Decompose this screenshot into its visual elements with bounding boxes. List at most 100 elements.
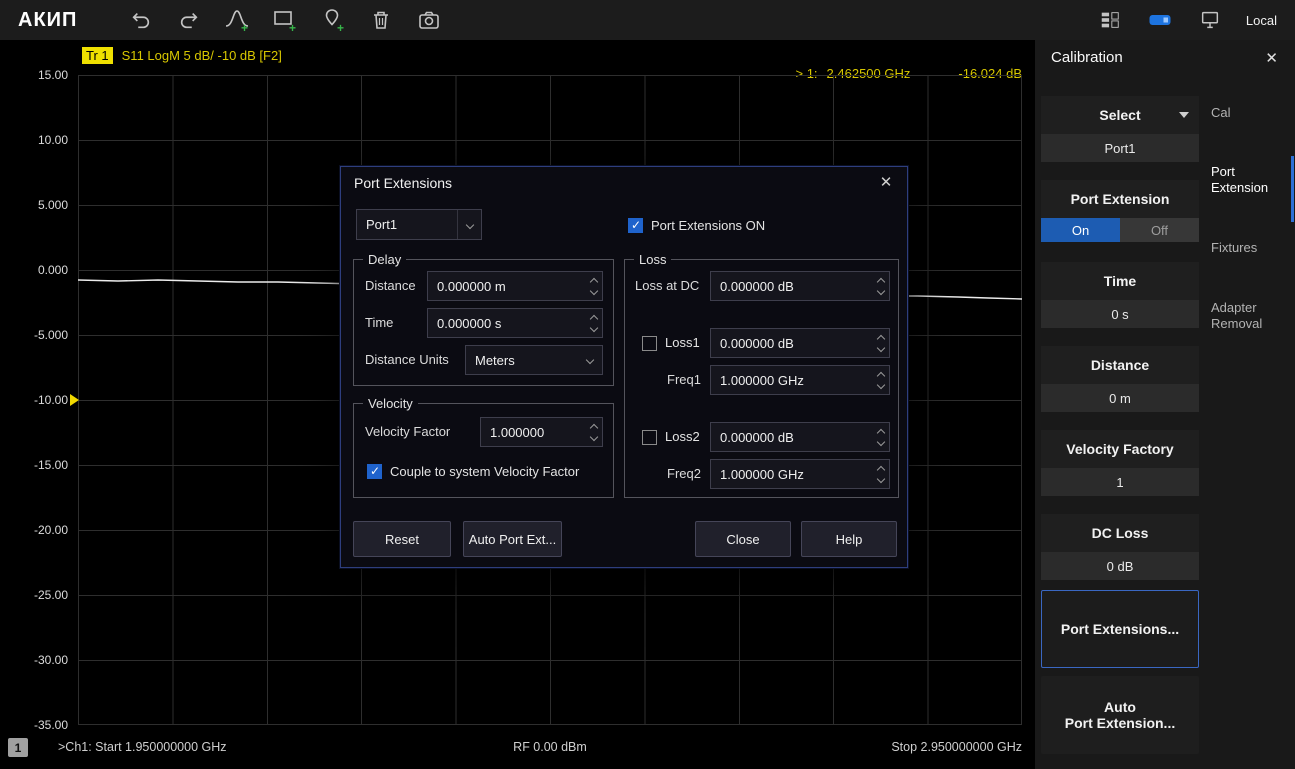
active-tab-indicator <box>1291 156 1294 222</box>
redo-icon[interactable] <box>175 6 203 34</box>
peak-search-add-icon[interactable]: + <box>223 6 251 34</box>
delete-icon[interactable] <box>367 6 395 34</box>
local-mode-label[interactable]: Local <box>1246 13 1277 28</box>
display-layout-icon[interactable] <box>1096 6 1124 34</box>
dc-loss-card[interactable]: DC Loss 0 dB <box>1041 514 1199 580</box>
spinner-arrows-icon[interactable] <box>872 329 889 357</box>
tab-cal[interactable]: Cal <box>1211 105 1291 121</box>
y-axis-label: -25.00 <box>0 587 68 603</box>
freq1-label: Freq1 <box>667 365 701 395</box>
auto-port-ext-button[interactable]: Auto Port Ext... <box>463 521 562 557</box>
loss1-checkbox[interactable] <box>642 336 657 351</box>
toolbar: АКИП + + + <box>0 0 1295 40</box>
spinner-arrows-icon[interactable] <box>872 272 889 300</box>
toolbar-icons: + + + <box>127 6 443 34</box>
reset-button[interactable]: Reset <box>353 521 451 557</box>
port-select-card[interactable]: Select Port1 <box>1041 96 1199 162</box>
velocity-factory-title: Velocity Factory <box>1041 430 1199 468</box>
channel-badge[interactable]: 1 <box>8 738 28 757</box>
spinner-arrows-icon[interactable] <box>872 460 889 488</box>
dialog-port-select[interactable]: Port1 <box>356 209 482 240</box>
usb-device-icon[interactable] <box>1146 6 1174 34</box>
auto-port-extension-button[interactable]: Auto Port Extension... <box>1041 676 1199 754</box>
distance-value: 0.000000 m <box>428 279 585 294</box>
couple-velocity-label: Couple to system Velocity Factor <box>390 457 579 487</box>
panel-title: Calibration <box>1051 49 1123 66</box>
auto-port-extension-line1: Auto <box>1104 699 1136 715</box>
port-extensions-on-checkbox[interactable] <box>628 218 643 233</box>
distance-label: Distance <box>365 271 416 301</box>
velocity-group-title: Velocity <box>363 396 418 411</box>
velocity-factory-card[interactable]: Velocity Factory 1 <box>1041 430 1199 496</box>
freq2-input[interactable]: 1.000000 GHz <box>710 459 890 489</box>
spinner-arrows-icon[interactable] <box>585 272 602 300</box>
freq2-label: Freq2 <box>667 459 701 489</box>
help-button[interactable]: Help <box>801 521 897 557</box>
distance-value: 0 m <box>1041 384 1199 412</box>
velocity-factor-value: 1.000000 <box>481 425 585 440</box>
window-add-icon[interactable]: + <box>271 6 299 34</box>
loss-group: Loss Loss at DC 0.000000 dB Loss1 0.0000… <box>624 259 899 498</box>
status-start-frequency: >Ch1: Start 1.950000000 GHz <box>58 740 227 754</box>
time-label: Time <box>365 308 393 338</box>
distance-card[interactable]: Distance 0 m <box>1041 346 1199 412</box>
port-extension-on-button[interactable]: On <box>1041 218 1120 242</box>
spinner-arrows-icon[interactable] <box>872 423 889 451</box>
tab-adapter-removal[interactable]: Adapter Removal <box>1211 300 1291 332</box>
couple-velocity-checkbox[interactable] <box>367 464 382 479</box>
delay-group-title: Delay <box>363 252 406 267</box>
loss2-input[interactable]: 0.000000 dB <box>710 422 890 452</box>
close-icon[interactable] <box>877 173 895 191</box>
y-axis-label: -30.00 <box>0 652 68 668</box>
select-value: Port1 <box>1041 134 1199 162</box>
screenshot-icon[interactable] <box>415 6 443 34</box>
dialog-title: Port Extensions <box>354 175 452 191</box>
loss1-input[interactable]: 0.000000 dB <box>710 328 890 358</box>
distance-units-label: Distance Units <box>365 345 449 375</box>
tab-fixtures[interactable]: Fixtures <box>1211 240 1291 256</box>
loss2-checkbox[interactable] <box>642 430 657 445</box>
loss-group-title: Loss <box>634 252 671 267</box>
loss2-label: Loss2 <box>665 422 700 452</box>
port-extensions-dialog: Port Extensions Port1 Port Extensions ON… <box>340 166 908 568</box>
y-axis-label: -35.00 <box>0 717 68 733</box>
loss-at-dc-value: 0.000000 dB <box>711 279 872 294</box>
time-card[interactable]: Time 0 s <box>1041 262 1199 328</box>
marker-add-icon[interactable]: + <box>319 6 347 34</box>
freq1-input[interactable]: 1.000000 GHz <box>710 365 890 395</box>
calibration-panel: Calibration Select Port1 Port Extension … <box>1035 40 1295 769</box>
port-extensions-dialog-button[interactable]: Port Extensions... <box>1041 590 1199 668</box>
port-extensions-on-label: Port Extensions ON <box>651 211 765 241</box>
undo-icon[interactable] <box>127 6 155 34</box>
loss1-label: Loss1 <box>665 328 700 358</box>
spinner-arrows-icon[interactable] <box>585 418 602 446</box>
chevron-down-icon <box>1179 112 1189 118</box>
close-icon[interactable] <box>1265 49 1278 67</box>
spinner-arrows-icon[interactable] <box>585 309 602 337</box>
reference-level-marker[interactable] <box>70 394 79 406</box>
distance-title: Distance <box>1041 346 1199 384</box>
port-extension-off-button[interactable]: Off <box>1120 218 1199 242</box>
loss-at-dc-label: Loss at DC <box>635 271 699 301</box>
network-icon[interactable] <box>1196 6 1224 34</box>
time-input[interactable]: 0.000000 s <box>427 308 603 338</box>
trace-header[interactable]: Tr 1 S11 LogM 5 dB/ -10 dB [F2] <box>82 47 282 64</box>
tab-port-extension[interactable]: Port Extension <box>1211 164 1291 196</box>
y-axis-label: 0.000 <box>0 262 68 278</box>
spinner-arrows-icon[interactable] <box>872 366 889 394</box>
distance-input[interactable]: 0.000000 m <box>427 271 603 301</box>
select-label: Select <box>1099 107 1140 123</box>
time-value: 0 s <box>1041 300 1199 328</box>
delay-group: Delay Distance 0.000000 m Time 0.000000 … <box>353 259 614 386</box>
time-title: Time <box>1041 262 1199 300</box>
y-axis-label: 10.00 <box>0 132 68 148</box>
y-axis-label: -5.000 <box>0 327 68 343</box>
distance-units-select[interactable]: Meters <box>465 345 603 375</box>
dc-loss-title: DC Loss <box>1041 514 1199 552</box>
chevron-down-icon <box>578 346 602 374</box>
trace-badge[interactable]: Tr 1 <box>82 47 113 64</box>
freq2-value: 1.000000 GHz <box>711 467 872 482</box>
close-button[interactable]: Close <box>695 521 791 557</box>
loss-at-dc-input[interactable]: 0.000000 dB <box>710 271 890 301</box>
velocity-factor-input[interactable]: 1.000000 <box>480 417 603 447</box>
